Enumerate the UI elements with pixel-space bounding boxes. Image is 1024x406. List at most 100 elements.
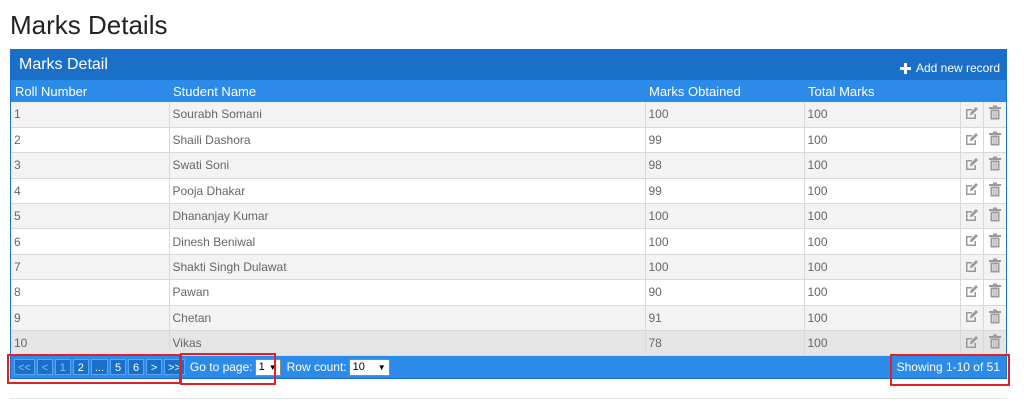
table-row[interactable]: 5 Dhananjay Kumar 100 100 — [11, 203, 1006, 230]
trash-icon — [988, 207, 1002, 225]
table-row[interactable]: 9 Chetan 91 100 — [11, 305, 1006, 332]
trash-icon — [988, 334, 1002, 352]
edit-icon — [965, 309, 979, 326]
cell-marks-obtained: 91 — [645, 305, 805, 332]
highlight-box-showing — [890, 354, 1010, 386]
cell-marks-obtained: 100 — [645, 102, 805, 128]
edit-row-button[interactable] — [960, 203, 984, 230]
edit-icon — [965, 335, 979, 352]
cell-student-name: Pawan — [169, 279, 646, 306]
table-row[interactable]: 1 Sourabh Somani 100 100 — [11, 102, 1006, 128]
cell-student-name: Swati Soni — [169, 152, 646, 179]
column-header-delete — [983, 80, 1006, 102]
delete-row-button[interactable] — [983, 127, 1006, 154]
delete-row-button[interactable] — [983, 305, 1006, 332]
cell-marks-obtained: 98 — [645, 152, 805, 179]
cell-total-marks: 100 — [804, 178, 961, 205]
delete-row-button[interactable] — [983, 254, 1006, 281]
trash-icon — [988, 131, 1002, 149]
cell-student-name: Dhananjay Kumar — [169, 203, 646, 230]
highlight-box-pager — [7, 354, 181, 384]
row-count-select[interactable]: 10 ▼ — [348, 358, 390, 376]
cell-marks-obtained: 100 — [645, 228, 805, 255]
table-row[interactable]: 7 Shakti Singh Dulawat 100 100 — [11, 254, 1006, 281]
header-row: Roll Number Student Name Marks Obtained … — [11, 80, 1006, 102]
grid-caption: Marks Detail — [19, 56, 108, 73]
add-new-record-button[interactable]: Add new record — [899, 58, 1000, 78]
cell-total-marks: 100 — [804, 330, 961, 357]
table-row[interactable]: 2 Shaili Dashora 99 100 — [11, 127, 1006, 154]
edit-row-button[interactable] — [960, 102, 984, 128]
cell-total-marks: 100 — [804, 127, 961, 154]
delete-row-button[interactable] — [983, 228, 1006, 255]
edit-icon — [965, 132, 979, 149]
cell-total-marks: 100 — [804, 254, 961, 281]
edit-icon — [965, 233, 979, 250]
cell-total-marks: 100 — [804, 152, 961, 179]
cell-roll-number: 8 — [11, 279, 170, 306]
row-count-value: 10 — [352, 361, 365, 373]
delete-row-button[interactable] — [983, 178, 1006, 205]
column-header-roll-number[interactable]: Roll Number — [11, 80, 169, 102]
cell-roll-number: 9 — [11, 305, 170, 332]
column-header-edit — [960, 80, 983, 102]
edit-row-button[interactable] — [960, 152, 984, 179]
trash-icon — [988, 182, 1002, 200]
delete-row-button[interactable] — [983, 152, 1006, 179]
column-header-total-marks[interactable]: Total Marks — [804, 80, 960, 102]
edit-row-button[interactable] — [960, 305, 984, 332]
cell-student-name: Sourabh Somani — [169, 102, 646, 128]
edit-icon — [965, 259, 979, 276]
add-new-record-label: Add new record — [915, 61, 1000, 75]
trash-icon — [988, 105, 1002, 123]
column-header-student-name[interactable]: Student Name — [169, 80, 645, 102]
edit-icon — [965, 157, 979, 174]
cell-roll-number: 5 — [11, 203, 170, 230]
delete-row-button[interactable] — [983, 279, 1006, 306]
cell-marks-obtained: 99 — [645, 178, 805, 205]
edit-row-button[interactable] — [960, 127, 984, 154]
cell-marks-obtained: 99 — [645, 127, 805, 154]
cell-total-marks: 100 — [804, 102, 961, 128]
marks-table: Roll Number Student Name Marks Obtained … — [11, 80, 1006, 357]
grid-caption-bar: Marks Detail Add new record — [11, 50, 1006, 80]
trash-icon — [988, 309, 1002, 327]
cell-roll-number: 10 — [11, 330, 170, 357]
cell-marks-obtained: 100 — [645, 254, 805, 281]
column-header-marks-obtained[interactable]: Marks Obtained — [645, 80, 804, 102]
divider — [10, 398, 1007, 399]
trash-icon — [988, 156, 1002, 174]
delete-row-button[interactable] — [983, 102, 1006, 128]
table-row[interactable]: 4 Pooja Dhakar 99 100 — [11, 178, 1006, 205]
cell-student-name: Dinesh Beniwal — [169, 228, 646, 255]
trash-icon — [988, 233, 1002, 251]
cell-student-name: Shakti Singh Dulawat — [169, 254, 646, 281]
edit-icon — [965, 182, 979, 199]
cell-student-name: Chetan — [169, 305, 646, 332]
edit-icon — [965, 106, 979, 123]
table-row[interactable]: 3 Swati Soni 98 100 — [11, 152, 1006, 179]
table-row[interactable]: 6 Dinesh Beniwal 100 100 — [11, 228, 1006, 255]
table-row[interactable]: 10 Vikas 78 100 — [11, 330, 1006, 357]
cell-roll-number: 1 — [11, 102, 170, 128]
cell-roll-number: 6 — [11, 228, 170, 255]
edit-row-button[interactable] — [960, 254, 984, 281]
highlight-box-go-to-page — [180, 353, 276, 385]
cell-marks-obtained: 90 — [645, 279, 805, 306]
edit-row-button[interactable] — [960, 330, 984, 357]
cell-student-name: Shaili Dashora — [169, 127, 646, 154]
page-title: Marks Details — [10, 10, 168, 40]
delete-row-button[interactable] — [983, 203, 1006, 230]
edit-row-button[interactable] — [960, 228, 984, 255]
table-row[interactable]: 8 Pawan 90 100 — [11, 279, 1006, 306]
delete-row-button[interactable] — [983, 330, 1006, 357]
trash-icon — [988, 283, 1002, 301]
edit-icon — [965, 284, 979, 301]
cell-roll-number: 3 — [11, 152, 170, 179]
edit-row-button[interactable] — [960, 279, 984, 306]
cell-roll-number: 2 — [11, 127, 170, 154]
marks-grid: Marks Detail Add new record Roll Number … — [10, 49, 1007, 379]
edit-row-button[interactable] — [960, 178, 984, 205]
cell-marks-obtained: 78 — [645, 330, 805, 357]
cell-roll-number: 7 — [11, 254, 170, 281]
